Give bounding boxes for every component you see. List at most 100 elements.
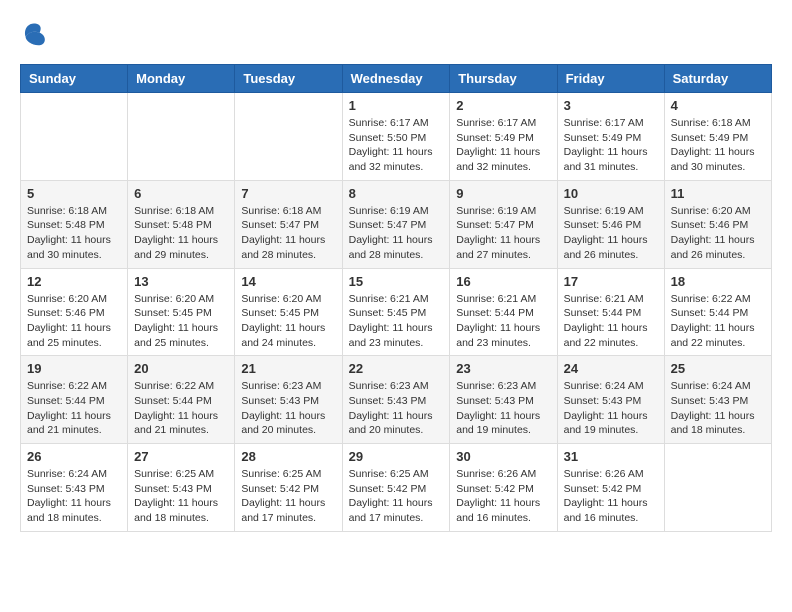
- day-number: 30: [456, 449, 550, 464]
- day-number: 2: [456, 98, 550, 113]
- calendar-cell: 19 Sunrise: 6:22 AM Sunset: 5:44 PM Dayli…: [21, 356, 128, 444]
- weekday-header-row: SundayMondayTuesdayWednesdayThursdayFrid…: [21, 65, 772, 93]
- day-info: Sunrise: 6:19 AM Sunset: 5:47 PM Dayligh…: [456, 204, 550, 263]
- day-number: 28: [241, 449, 335, 464]
- day-number: 26: [27, 449, 121, 464]
- calendar-cell: 22Sunrise: 6:23 AM Sunset: 5:43 PM Dayli…: [342, 356, 450, 444]
- day-info: Sunrise: 6:19 AM Sunset: 5:46 PM Dayligh…: [564, 204, 658, 263]
- calendar-cell: 5 Sunrise: 6:18 AM Sunset: 5:48 PM Daylig…: [21, 180, 128, 268]
- weekday-header-monday: Monday: [128, 65, 235, 93]
- day-number: 18: [671, 274, 765, 289]
- logo: [20, 20, 52, 48]
- day-number: 27: [134, 449, 228, 464]
- weekday-header-sunday: Sunday: [21, 65, 128, 93]
- week-row-1: 1 Sunrise: 6:17 AM Sunset: 5:50 PM Daylig…: [21, 93, 772, 181]
- day-info: Sunrise: 6:22 AM Sunset: 5:44 PM Dayligh…: [27, 379, 121, 438]
- calendar-cell: 6 Sunrise: 6:18 AM Sunset: 5:48 PM Daylig…: [128, 180, 235, 268]
- calendar-cell: 2 Sunrise: 6:17 AM Sunset: 5:49 PM Daylig…: [450, 93, 557, 181]
- weekday-header-wednesday: Wednesday: [342, 65, 450, 93]
- day-info: Sunrise: 6:23 AM Sunset: 5:43 PM Dayligh…: [456, 379, 550, 438]
- day-number: 16: [456, 274, 550, 289]
- calendar-cell: [128, 93, 235, 181]
- day-info: Sunrise: 6:17 AM Sunset: 5:50 PM Dayligh…: [349, 116, 444, 175]
- calendar-cell: 24 Sunrise: 6:24 AM Sunset: 5:43 PM Dayli…: [557, 356, 664, 444]
- day-info: Sunrise: 6:20 AM Sunset: 5:45 PM Dayligh…: [241, 292, 335, 351]
- calendar-cell: 13 Sunrise: 6:20 AM Sunset: 5:45 PM Dayli…: [128, 268, 235, 356]
- day-number: 29: [349, 449, 444, 464]
- day-info: Sunrise: 6:24 AM Sunset: 5:43 PM Dayligh…: [564, 379, 658, 438]
- day-info: Sunrise: 6:25 AM Sunset: 5:42 PM Dayligh…: [349, 467, 444, 526]
- day-info: Sunrise: 6:18 AM Sunset: 5:47 PM Dayligh…: [241, 204, 335, 263]
- day-number: 4: [671, 98, 765, 113]
- day-info: Sunrise: 6:17 AM Sunset: 5:49 PM Dayligh…: [564, 116, 658, 175]
- calendar-cell: 1 Sunrise: 6:17 AM Sunset: 5:50 PM Daylig…: [342, 93, 450, 181]
- calendar-cell: 9 Sunrise: 6:19 AM Sunset: 5:47 PM Daylig…: [450, 180, 557, 268]
- calendar-cell: 14 Sunrise: 6:20 AM Sunset: 5:45 PM Dayli…: [235, 268, 342, 356]
- day-number: 24: [564, 361, 658, 376]
- day-number: 20: [134, 361, 228, 376]
- day-number: 6: [134, 186, 228, 201]
- day-number: 31: [564, 449, 658, 464]
- calendar-cell: 20 Sunrise: 6:22 AM Sunset: 5:44 PM Dayli…: [128, 356, 235, 444]
- week-row-5: 26 Sunrise: 6:24 AM Sunset: 5:43 PM Dayli…: [21, 444, 772, 532]
- calendar-cell: [664, 444, 771, 532]
- day-number: 8: [349, 186, 444, 201]
- day-number: 14: [241, 274, 335, 289]
- calendar-cell: 27 Sunrise: 6:25 AM Sunset: 5:43 PM Dayli…: [128, 444, 235, 532]
- day-number: 25: [671, 361, 765, 376]
- day-number: 23: [456, 361, 550, 376]
- day-number: 22: [349, 361, 444, 376]
- weekday-header-saturday: Saturday: [664, 65, 771, 93]
- day-number: 21: [241, 361, 335, 376]
- day-number: 13: [134, 274, 228, 289]
- day-info: Sunrise: 6:25 AM Sunset: 5:43 PM Dayligh…: [134, 467, 228, 526]
- day-info: Sunrise: 6:22 AM Sunset: 5:44 PM Dayligh…: [671, 292, 765, 351]
- week-row-4: 19 Sunrise: 6:22 AM Sunset: 5:44 PM Dayli…: [21, 356, 772, 444]
- day-number: 17: [564, 274, 658, 289]
- calendar-cell: 28 Sunrise: 6:25 AM Sunset: 5:42 PM Dayli…: [235, 444, 342, 532]
- calendar-cell: 15 Sunrise: 6:21 AM Sunset: 5:45 PM Dayli…: [342, 268, 450, 356]
- page-header: [20, 20, 772, 48]
- day-info: Sunrise: 6:17 AM Sunset: 5:49 PM Dayligh…: [456, 116, 550, 175]
- day-info: Sunrise: 6:18 AM Sunset: 5:48 PM Dayligh…: [134, 204, 228, 263]
- weekday-header-tuesday: Tuesday: [235, 65, 342, 93]
- day-info: Sunrise: 6:22 AM Sunset: 5:44 PM Dayligh…: [134, 379, 228, 438]
- day-number: 15: [349, 274, 444, 289]
- day-number: 11: [671, 186, 765, 201]
- day-number: 19: [27, 361, 121, 376]
- day-info: Sunrise: 6:18 AM Sunset: 5:48 PM Dayligh…: [27, 204, 121, 263]
- calendar-cell: 29 Sunrise: 6:25 AM Sunset: 5:42 PM Dayli…: [342, 444, 450, 532]
- day-info: Sunrise: 6:26 AM Sunset: 5:42 PM Dayligh…: [564, 467, 658, 526]
- day-info: Sunrise: 6:25 AM Sunset: 5:42 PM Dayligh…: [241, 467, 335, 526]
- calendar-cell: 23 Sunrise: 6:23 AM Sunset: 5:43 PM Dayli…: [450, 356, 557, 444]
- calendar-table: SundayMondayTuesdayWednesdayThursdayFrid…: [20, 64, 772, 532]
- calendar-cell: 26 Sunrise: 6:24 AM Sunset: 5:43 PM Dayli…: [21, 444, 128, 532]
- calendar-cell: [21, 93, 128, 181]
- day-info: Sunrise: 6:21 AM Sunset: 5:44 PM Dayligh…: [456, 292, 550, 351]
- day-number: 9: [456, 186, 550, 201]
- week-row-2: 5 Sunrise: 6:18 AM Sunset: 5:48 PM Daylig…: [21, 180, 772, 268]
- calendar-cell: 7 Sunrise: 6:18 AM Sunset: 5:47 PM Daylig…: [235, 180, 342, 268]
- calendar-cell: 16 Sunrise: 6:21 AM Sunset: 5:44 PM Dayli…: [450, 268, 557, 356]
- day-info: Sunrise: 6:19 AM Sunset: 5:47 PM Dayligh…: [349, 204, 444, 263]
- logo-icon: [20, 20, 48, 48]
- day-info: Sunrise: 6:20 AM Sunset: 5:45 PM Dayligh…: [134, 292, 228, 351]
- day-number: 7: [241, 186, 335, 201]
- day-number: 5: [27, 186, 121, 201]
- calendar-cell: 3Sunrise: 6:17 AM Sunset: 5:49 PM Daylig…: [557, 93, 664, 181]
- week-row-3: 12Sunrise: 6:20 AM Sunset: 5:46 PM Dayli…: [21, 268, 772, 356]
- day-info: Sunrise: 6:20 AM Sunset: 5:46 PM Dayligh…: [671, 204, 765, 263]
- day-info: Sunrise: 6:18 AM Sunset: 5:49 PM Dayligh…: [671, 116, 765, 175]
- calendar-cell: 17 Sunrise: 6:21 AM Sunset: 5:44 PM Dayli…: [557, 268, 664, 356]
- day-info: Sunrise: 6:24 AM Sunset: 5:43 PM Dayligh…: [671, 379, 765, 438]
- calendar-cell: 30Sunrise: 6:26 AM Sunset: 5:42 PM Dayli…: [450, 444, 557, 532]
- day-number: 1: [349, 98, 444, 113]
- day-info: Sunrise: 6:21 AM Sunset: 5:44 PM Dayligh…: [564, 292, 658, 351]
- calendar-cell: [235, 93, 342, 181]
- calendar-cell: 25 Sunrise: 6:24 AM Sunset: 5:43 PM Dayli…: [664, 356, 771, 444]
- day-info: Sunrise: 6:20 AM Sunset: 5:46 PM Dayligh…: [27, 292, 121, 351]
- day-info: Sunrise: 6:21 AM Sunset: 5:45 PM Dayligh…: [349, 292, 444, 351]
- calendar-cell: 10Sunrise: 6:19 AM Sunset: 5:46 PM Dayli…: [557, 180, 664, 268]
- day-info: Sunrise: 6:24 AM Sunset: 5:43 PM Dayligh…: [27, 467, 121, 526]
- calendar-cell: 4 Sunrise: 6:18 AM Sunset: 5:49 PM Daylig…: [664, 93, 771, 181]
